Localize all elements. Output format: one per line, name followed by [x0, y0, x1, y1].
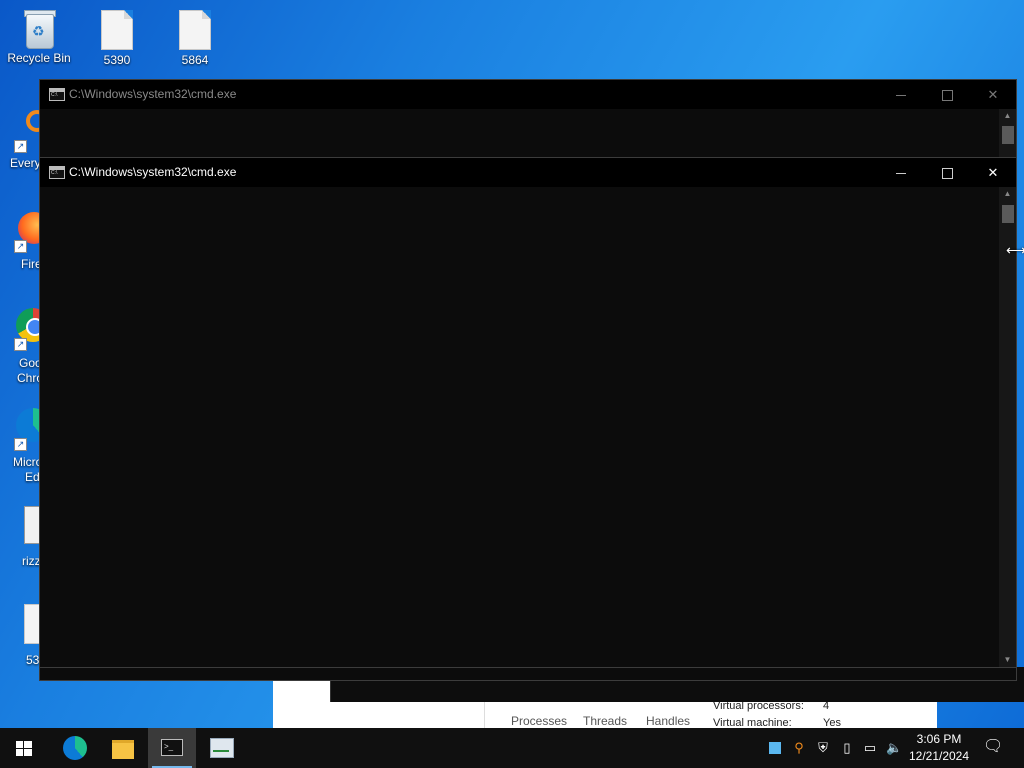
cmd-window-front[interactable]: C:\Windows\system32\cmd.exe ✕ ▲ ▼: [39, 157, 1017, 668]
close-icon: ✕: [987, 165, 999, 180]
volume-muted-icon[interactable]: 🔈: [886, 740, 902, 756]
cmd-window-title: C:\Windows\system32\cmd.exe: [69, 165, 237, 179]
tray-search-everything-icon[interactable]: ⚲: [791, 740, 807, 756]
cmd-app-icon: [49, 88, 65, 101]
cmd-scrollbar[interactable]: ▲ ▼: [999, 187, 1016, 667]
desktop-icon-recycle-bin[interactable]: ♻ Recycle Bin: [3, 8, 75, 65]
edge-icon: [63, 736, 87, 760]
taskbar-file-explorer-button[interactable]: [99, 728, 147, 768]
desktop-icon-label: Every: [10, 156, 41, 170]
desktop-icon-label: Ed: [25, 470, 40, 484]
taskbar: >_ ⚲ ⛨ ▯ ▭ 🔈 3:06 PM 12/21/2024 🗨: [0, 728, 1024, 768]
scroll-down-icon[interactable]: ▼: [999, 653, 1016, 667]
file-icon: [179, 10, 211, 50]
desktop-icon-label: Recycle Bin: [7, 51, 71, 65]
handles-label: Handles: [646, 714, 691, 728]
close-button[interactable]: ✕: [970, 158, 1016, 187]
cmd-window-title: C:\Windows\system32\cmd.exe: [69, 87, 237, 101]
taskbar-edge-button[interactable]: [50, 728, 98, 768]
taskbar-cmd-button[interactable]: >_: [148, 728, 196, 768]
maximize-icon: [941, 90, 953, 102]
notifications-icon[interactable]: 🗨: [983, 739, 1003, 755]
folder-icon: [112, 740, 134, 759]
desktop-icon-label: rizz: [22, 554, 41, 568]
recycle-bin-icon: ♻: [22, 8, 56, 49]
desktop-icon-label: 53: [26, 653, 40, 667]
cmd-icon: >_: [161, 739, 183, 756]
file-icon: [101, 10, 133, 50]
close-button[interactable]: ✕: [970, 80, 1016, 109]
usb-device-icon[interactable]: ▯: [839, 740, 855, 756]
scroll-thumb[interactable]: [1002, 205, 1014, 223]
shortcut-arrow-icon: ↗: [14, 438, 27, 451]
desktop-icon-file-5864[interactable]: 5864: [159, 10, 231, 67]
clock-time: 3:06 PM: [916, 732, 962, 746]
minimize-icon: [896, 95, 906, 97]
cmd-app-icon: [49, 166, 65, 179]
minimize-button[interactable]: [878, 80, 924, 109]
minimize-button[interactable]: [878, 158, 924, 187]
cmd-titlebar[interactable]: C:\Windows\system32\cmd.exe ✕: [40, 80, 1016, 109]
desktop-icon-label: 5864: [181, 53, 209, 67]
clock-date: 12/21/2024: [908, 749, 970, 763]
cmd-titlebar[interactable]: C:\Windows\system32\cmd.exe ✕: [40, 158, 1016, 187]
cmd-scrollbar[interactable]: ▲: [999, 109, 1016, 157]
resize-cursor-icon: ⟷: [1006, 242, 1024, 258]
shortcut-arrow-icon: ↗: [14, 140, 27, 153]
security-shield-icon[interactable]: ⛨: [815, 740, 831, 756]
shortcut-arrow-icon: ↗: [14, 240, 27, 253]
scroll-up-icon[interactable]: ▲: [999, 187, 1016, 201]
start-button[interactable]: [0, 728, 48, 768]
cmd-console-area[interactable]: [40, 187, 999, 667]
desktop-icon-label: 5390: [103, 53, 131, 67]
desktop-icon-label: Micro: [13, 455, 43, 469]
shortcut-arrow-icon: ↗: [14, 338, 27, 351]
scroll-up-icon[interactable]: ▲: [999, 109, 1016, 123]
scroll-thumb[interactable]: [1002, 126, 1014, 144]
maximize-button[interactable]: [924, 80, 970, 109]
clock[interactable]: 3:06 PM 12/21/2024: [904, 731, 974, 765]
taskbar-task-manager-button[interactable]: [197, 728, 245, 768]
desktop-icon-file-5390[interactable]: 5390: [81, 10, 153, 67]
windows-logo-icon: [16, 741, 32, 756]
close-icon: ✕: [987, 87, 999, 102]
tray-app-icon[interactable]: [767, 740, 783, 756]
minimize-icon: [896, 173, 906, 175]
maximize-icon: [941, 168, 953, 180]
maximize-button[interactable]: [924, 158, 970, 187]
network-icon[interactable]: ▭: [862, 740, 878, 756]
processes-label: Processes: [511, 714, 568, 728]
threads-label: Threads: [583, 714, 628, 728]
